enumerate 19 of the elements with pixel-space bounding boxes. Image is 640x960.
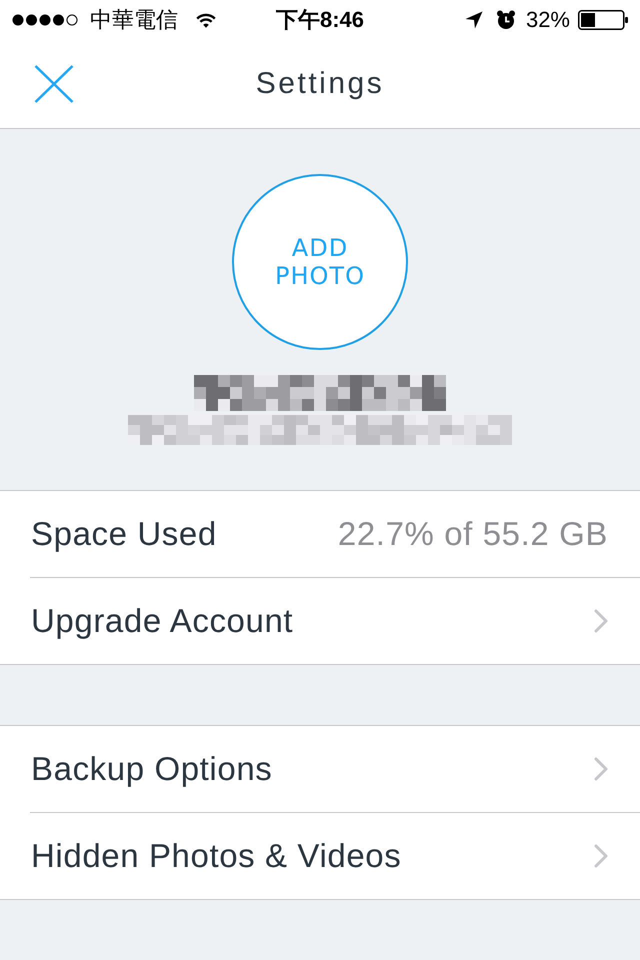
- close-icon: [34, 65, 74, 103]
- wifi-icon: [196, 12, 216, 28]
- row-value: 22.7% of 55.2 GB: [338, 515, 608, 553]
- settings-row[interactable]: Hidden Photos & Videos: [0, 813, 640, 899]
- location-arrow-icon: [464, 11, 483, 29]
- battery-percentage: 32%: [526, 7, 570, 33]
- chevron-icon: [594, 844, 608, 868]
- screen-title: Settings: [256, 67, 384, 101]
- chevron-icon: [594, 609, 608, 633]
- carrier-name: 中華電信: [90, 6, 178, 34]
- signal-strength-icon: [12, 14, 78, 26]
- close-button[interactable]: [34, 65, 74, 103]
- settings-row[interactable]: Upgrade Account: [0, 578, 640, 664]
- alarm-clock-icon: [496, 10, 516, 30]
- status-time: 下午8:46: [276, 6, 364, 34]
- row-label: Space Used: [31, 515, 217, 553]
- settings-row[interactable]: Backup Options: [0, 726, 640, 812]
- chevron-icon: [594, 757, 608, 781]
- battery-icon: [578, 10, 628, 30]
